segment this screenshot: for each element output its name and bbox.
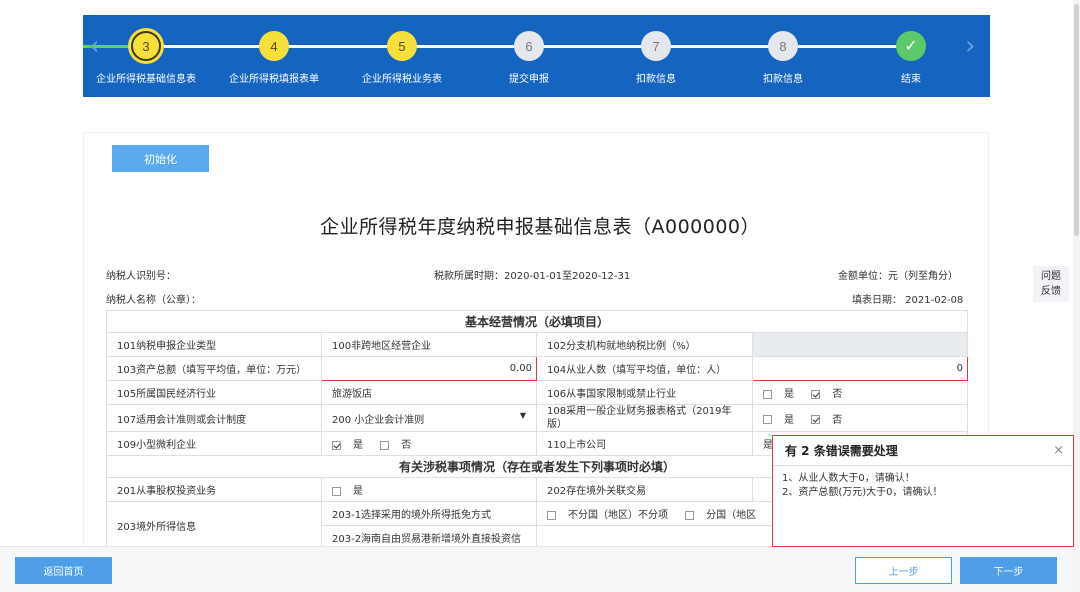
row-101-value: 100非跨地区经营企业 <box>321 332 537 357</box>
step-4[interactable]: 4 企业所得税填报表单 <box>214 31 334 85</box>
yes-label: 是 <box>784 414 794 426</box>
row-102-label: 102分支机构就地纳税比例（%） <box>536 332 753 357</box>
step-7-circle: 7 <box>641 31 671 61</box>
feedback-line-2: 反馈 <box>1041 286 1061 297</box>
step-8[interactable]: 8 扣款信息 <box>723 31 843 85</box>
row-203-1-opt2-checkbox[interactable] <box>685 510 695 520</box>
table-row: 105所属国民经济行业 旅游饭店 106从事国家限制或禁止行业 是 否 <box>106 380 969 405</box>
form-title: 企业所得税年度纳税申报基础信息表（A000000） <box>319 216 761 238</box>
yes-label: 是 <box>353 440 363 451</box>
step-6-circle: 6 <box>514 31 544 61</box>
row-203-1-opt2-label: 分国（地区 <box>706 510 757 521</box>
row-109-yes-checkbox[interactable] <box>332 440 341 450</box>
accounting-standard-value: 200 小企业会计准则 <box>332 414 425 426</box>
row-203-1-opt1-checkbox[interactable] <box>547 510 556 520</box>
row-102-value <box>751 332 969 357</box>
row-110-label: 110上市公司 <box>536 431 753 456</box>
accounting-standard-select[interactable]: 200 小企业会计准则 ▼ <box>321 404 537 432</box>
vertical-scrollbar[interactable] <box>1073 0 1080 592</box>
row-106-yes-checkbox[interactable] <box>763 389 772 399</box>
table-row: 101纳税申报企业类型 100非跨地区经营企业 102分支机构就地纳税比例（%） <box>106 332 969 357</box>
scrollbar-thumb[interactable] <box>1074 4 1079 236</box>
error-messages: 1、从业人数大于0，请确认！ 2、资产总额(万元)大于0，请确认！ <box>773 466 1073 500</box>
close-icon[interactable]: × <box>1053 443 1064 458</box>
step-6-label: 提交申报 <box>509 74 549 85</box>
initialize-button[interactable]: 初始化 <box>112 145 209 172</box>
step-4-circle: 4 <box>259 31 289 61</box>
row-109-options: 是 否 <box>321 431 537 456</box>
total-assets-input[interactable]: 0.00 <box>321 356 537 381</box>
row-101-label: 101纳税申报企业类型 <box>106 332 322 357</box>
taxpayer-name-label: 纳税人名称（公章）： <box>106 295 201 306</box>
step-7-label: 扣款信息 <box>636 74 676 85</box>
feedback-line-1: 问题 <box>1041 271 1061 282</box>
row-201-yes-checkbox[interactable] <box>332 486 341 496</box>
footer-bar: 返回首页 上一步 下一步 <box>0 546 1073 592</box>
row-106-no-checkbox[interactable] <box>811 389 821 399</box>
step-end-label: 结束 <box>901 74 921 85</box>
step-6[interactable]: 6 提交申报 <box>469 31 589 85</box>
step-5-circle: 5 <box>387 31 417 61</box>
tax-period: 税款所属时期：2020-01-01至2020-12-31 <box>434 271 631 282</box>
back-home-button[interactable]: 返回首页 <box>15 557 112 584</box>
row-108-yes-checkbox[interactable] <box>763 415 772 424</box>
row-201-options: 是 <box>321 477 537 502</box>
row-108-no-checkbox[interactable] <box>811 415 821 424</box>
row-203-label: 203境外所得信息 <box>106 501 322 550</box>
error-popup: 有 2 条错误需要处理 × 1、从业人数大于0，请确认！ 2、资产总额(万元)大… <box>772 435 1074 547</box>
section-basic-title: 基本经营情况（必填项目） <box>105 310 969 333</box>
step-3[interactable]: 3 企业所得税基础信息表 <box>86 31 206 85</box>
fill-date: 填表日期： 2021-02-08 <box>852 295 964 306</box>
step-3-label: 企业所得税基础信息表 <box>96 74 196 85</box>
row-103-label: 103资产总额（填写平均值，单位：万元） <box>106 356 322 381</box>
error-message-1: 1、从业人数大于0，请确认！ <box>782 473 915 484</box>
industry-field[interactable]: 旅游饭店 <box>321 380 537 405</box>
table-row: 103资产总额（填写平均值，单位：万元） 0.00 104从业人数（填写平均值，… <box>106 356 969 381</box>
progress-stepper: ‹ › 3 企业所得税基础信息表 4 企业所得税填报表单 5 企业所得税业务表 … <box>83 15 990 97</box>
row-203-1-opt1-label: 不分国（地区）不分项 <box>568 510 668 521</box>
row-108-options: 是 否 <box>751 404 969 432</box>
feedback-tab[interactable]: 问题 反馈 <box>1033 266 1069 302</box>
yes-label: 是 <box>353 486 363 497</box>
row-109-no-checkbox[interactable] <box>380 440 390 450</box>
step-8-label: 扣款信息 <box>763 74 803 85</box>
row-109-label: 109小型微利企业 <box>106 431 322 456</box>
row-108-label: 108采用一般企业财务报表格式（2019年版） <box>536 404 753 432</box>
page: ‹ › 3 企业所得税基础信息表 4 企业所得税填报表单 5 企业所得税业务表 … <box>0 0 1080 592</box>
step-7[interactable]: 7 扣款信息 <box>596 31 716 85</box>
step-end[interactable]: ✓ 结束 <box>851 31 971 85</box>
amount-unit: 金额单位：元（列至角分） <box>838 271 958 282</box>
no-label: 否 <box>832 389 843 400</box>
row-107-label: 107适用会计准则或会计制度 <box>106 404 322 432</box>
step-5[interactable]: 5 企业所得税业务表 <box>342 31 462 85</box>
error-popup-title: 有 2 条错误需要处理 <box>773 436 1073 466</box>
table-row: 107适用会计准则或会计制度 200 小企业会计准则 ▼ 108采用一般企业财务… <box>106 404 969 432</box>
prev-step-button[interactable]: 上一步 <box>855 557 952 584</box>
row-104-label: 104从业人数（填写平均值，单位：人） <box>536 356 753 381</box>
row-105-label: 105所属国民经济行业 <box>106 380 322 405</box>
caret-down-icon: ▼ <box>519 410 526 420</box>
no-label: 否 <box>401 440 412 451</box>
row-106-label: 106从事国家限制或禁止行业 <box>536 380 753 405</box>
no-label: 否 <box>832 414 843 426</box>
employee-count-input[interactable]: 0 <box>751 356 969 381</box>
row-201-label: 201从事股权投资业务 <box>106 477 322 502</box>
step-4-label: 企业所得税填报表单 <box>229 74 319 85</box>
step-8-circle: 8 <box>768 31 798 61</box>
check-icon: ✓ <box>896 31 926 61</box>
row-106-options: 是 否 <box>751 380 969 405</box>
yes-label: 是 <box>784 389 794 400</box>
row-202-label: 202存在境外关联交易 <box>536 477 753 502</box>
step-3-circle: 3 <box>131 31 161 61</box>
error-message-2: 2、资产总额(万元)大于0，请确认！ <box>782 487 943 498</box>
next-step-button[interactable]: 下一步 <box>960 557 1057 584</box>
row-203-1-label: 203-1选择采用的境外所得抵免方式 <box>321 501 537 526</box>
step-5-label: 企业所得税业务表 <box>362 74 442 85</box>
taxpayer-id-label: 纳税人识别号： <box>106 271 176 282</box>
